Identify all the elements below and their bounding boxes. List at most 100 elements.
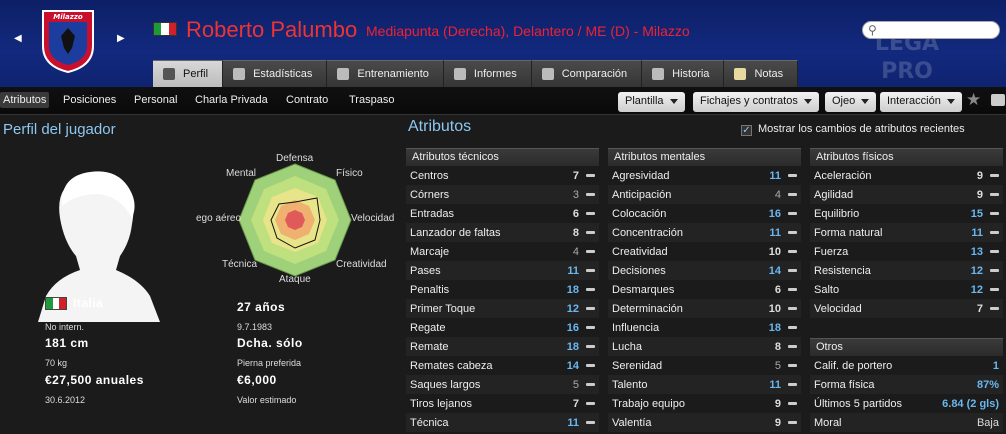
attribute-row[interactable]: Trabajo equipo 9 [608,394,801,413]
interaccion-dropdown[interactable]: Interacción [880,92,962,112]
next-player-icon[interactable]: ▶ [117,33,125,44]
attribute-row[interactable]: Resistencia 12 [810,261,1003,280]
tab-estadisticas[interactable]: Estadísticas [223,60,328,87]
subnav-traspaso[interactable]: Traspaso [349,94,394,106]
subnav-atributos[interactable]: Atributos [0,92,50,108]
attribute-row[interactable]: Concentración 11 [608,223,801,242]
attribute-row[interactable]: Forma física 87% [810,375,1003,394]
subnav-contrato[interactable]: Contrato [286,94,328,106]
attribute-row[interactable]: Determinación 10 [608,299,801,318]
attribute-row[interactable]: Últimos 5 partidos 6.84 (2 gls) [810,394,1003,413]
attribute-name: Creatividad [612,245,668,258]
attribute-name: Resistencia [814,264,871,277]
attribute-row[interactable]: Desmarques 6 [608,280,801,299]
attribute-row[interactable]: Forma natural 11 [810,223,1003,242]
estimated-value-label: Valor estimado [237,395,297,405]
radar-label-fisico: Físico [336,168,363,179]
attribute-row[interactable]: Tiros lejanos 7 [406,394,599,413]
radar-label-tecnica: Técnica [222,259,258,270]
no-change-icon [788,402,797,405]
attribute-value: 11 [567,264,579,277]
no-change-icon [990,269,999,272]
attribute-value: 12 [970,264,983,277]
attribute-value: 9 [774,397,781,410]
player-positions[interactable]: Mediapunta (Derecha), Delantero / ME (D)… [366,23,690,39]
tab-entrenamiento[interactable]: Entrenamiento [327,60,444,87]
attribute-row[interactable]: Moral Baja [810,413,1003,432]
attribute-name: Concentración [612,226,683,239]
attribute-row[interactable]: Centros 7 [406,166,599,185]
attribute-row[interactable]: Velocidad 7 [810,299,1003,318]
attribute-row[interactable]: Agresividad 11 [608,166,801,185]
no-change-icon [586,307,595,310]
no-change-icon [788,174,797,177]
search-input[interactable]: ⚲ [862,21,1000,39]
no-change-icon [586,345,595,348]
attribute-value: 18 [566,283,579,296]
tab-label: Perfil [183,68,209,80]
attribute-name: Valentía [612,416,652,429]
player-name: Roberto Palumbo [186,17,358,42]
recent-changes-toggle[interactable]: ✓ Mostrar los cambios de atributos recien… [741,123,965,136]
attribute-row[interactable]: Salto 12 [810,280,1003,299]
attribute-row[interactable]: Penaltis 18 [406,280,599,299]
attribute-name: Saques largos [410,378,481,391]
attribute-row[interactable]: Remates cabeza 14 [406,356,599,375]
subnav-personal[interactable]: Personal [134,94,177,106]
tab-historia[interactable]: Historia [642,60,725,87]
attribute-row[interactable]: Remate 18 [406,337,599,356]
attribute-row[interactable]: Regate 16 [406,318,599,337]
nationality: Italia [73,296,104,310]
attribute-row[interactable]: Talento 11 [608,375,801,394]
attribute-row[interactable]: Anticipación 4 [608,185,801,204]
attribute-row[interactable]: Agilidad 9 [810,185,1003,204]
attribute-name: Moral [814,416,842,429]
star-icon[interactable]: ★ [966,90,981,110]
attribute-name: Centros [410,169,449,182]
attribute-row[interactable]: Calif. de portero 1 [810,356,1003,375]
attribute-row[interactable]: Valentía 9 [608,413,801,432]
tab-notas[interactable]: Notas [724,60,799,87]
profile-icon [163,68,175,80]
attribute-value: 6 [572,207,579,220]
attribute-row[interactable]: Técnica 11 [406,413,599,432]
subnav-posiciones[interactable]: Posiciones [63,94,116,106]
attribute-row[interactable]: Serenidad 5 [608,356,801,375]
attribute-row[interactable]: Decisiones 14 [608,261,801,280]
tab-informes[interactable]: Informes [443,60,532,87]
attribute-value: 11 [769,378,781,391]
attribute-value: Baja [976,416,999,429]
attribute-row[interactable]: Entradas 6 [406,204,599,223]
tab-perfil[interactable]: Perfil [153,60,224,87]
attribute-row[interactable]: Lanzador de faltas 8 [406,223,599,242]
previous-player-icon[interactable]: ◀ [14,33,22,44]
attribute-row[interactable]: Creatividad 10 [608,242,801,261]
ojeo-dropdown[interactable]: Ojeo [825,92,877,112]
attribute-value: 7 [572,397,579,410]
attribute-name: Pases [410,264,441,277]
attribute-row[interactable]: Marcaje 4 [406,242,599,261]
attribute-row[interactable]: Pases 11 [406,261,599,280]
tab-bar: Perfil Estadísticas Entrenamiento Inform… [153,60,799,87]
fichajes-dropdown[interactable]: Fichajes y contratos [693,92,819,112]
club-crest-icon[interactable]: Milazzo [40,8,96,74]
attribute-name: Fuerza [814,245,849,258]
tab-comparacion[interactable]: Comparación [531,60,643,87]
attribute-row[interactable]: Equilibrio 15 [810,204,1003,223]
attribute-row[interactable]: Aceleración 9 [810,166,1003,185]
attribute-row[interactable]: Fuerza 13 [810,242,1003,261]
plantilla-dropdown[interactable]: Plantilla [618,92,685,112]
checkbox[interactable]: ✓ [741,125,752,136]
attribute-row[interactable]: Saques largos 5 [406,375,599,394]
list-icon[interactable] [991,94,1005,106]
subnav-charla-privada[interactable]: Charla Privada [195,94,268,106]
tab-label: Comparación [561,68,628,80]
no-change-icon [586,326,595,329]
attribute-row[interactable]: Influencia 18 [608,318,801,337]
attribute-row[interactable]: Primer Toque 12 [406,299,599,318]
attribute-value: 7 [572,169,579,182]
attribute-row[interactable]: Lucha 8 [608,337,801,356]
attribute-value: 12 [970,283,983,296]
attribute-row[interactable]: Córners 3 [406,185,599,204]
attribute-row[interactable]: Colocación 16 [608,204,801,223]
